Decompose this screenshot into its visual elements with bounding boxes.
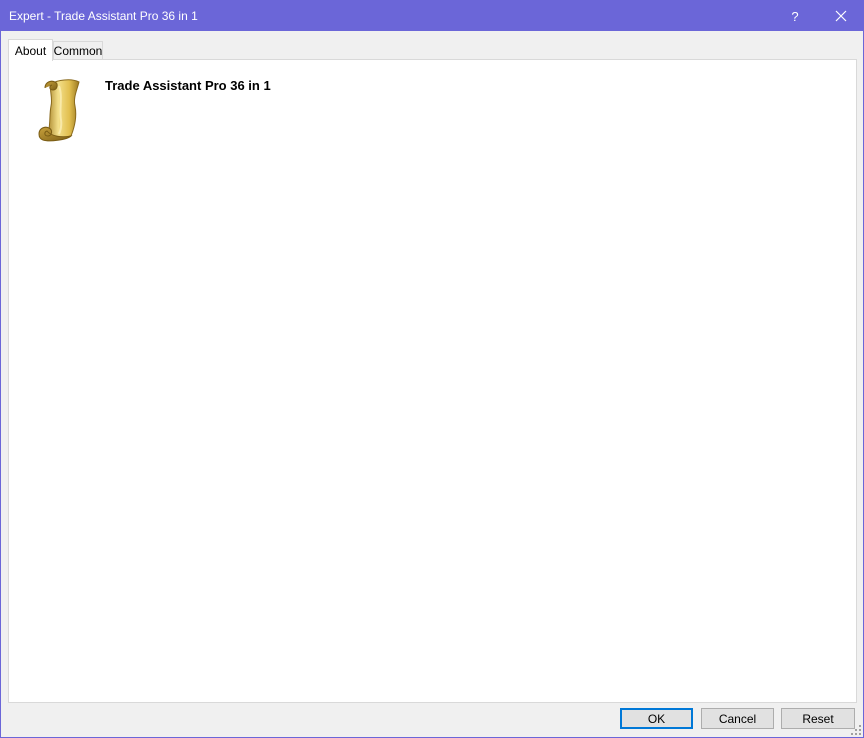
scroll-icon [38,79,80,142]
close-button[interactable] [818,1,864,31]
tab-common-label: Common [53,44,103,58]
reset-button[interactable]: Reset [781,708,855,729]
help-button[interactable]: ? [772,1,818,31]
tab-about-label: About [14,43,47,58]
help-icon: ? [791,8,799,24]
ok-button[interactable]: OK [620,708,693,729]
resize-grip-icon[interactable] [851,725,861,735]
window-title: Expert - Trade Assistant Pro 36 in 1 [9,9,198,23]
close-icon [835,10,847,22]
tab-common[interactable]: Common [53,41,103,60]
expert-dialog: Expert - Trade Assistant Pro 36 in 1 ? A… [0,0,864,738]
tab-about[interactable]: About [8,39,53,61]
about-panel: Trade Assistant Pro 36 in 1 [8,59,857,703]
title-bar[interactable]: Expert - Trade Assistant Pro 36 in 1 ? [1,1,863,31]
tab-strip: About Common [8,39,208,61]
cancel-button[interactable]: Cancel [701,708,774,729]
expert-name: Trade Assistant Pro 36 in 1 [105,78,271,93]
